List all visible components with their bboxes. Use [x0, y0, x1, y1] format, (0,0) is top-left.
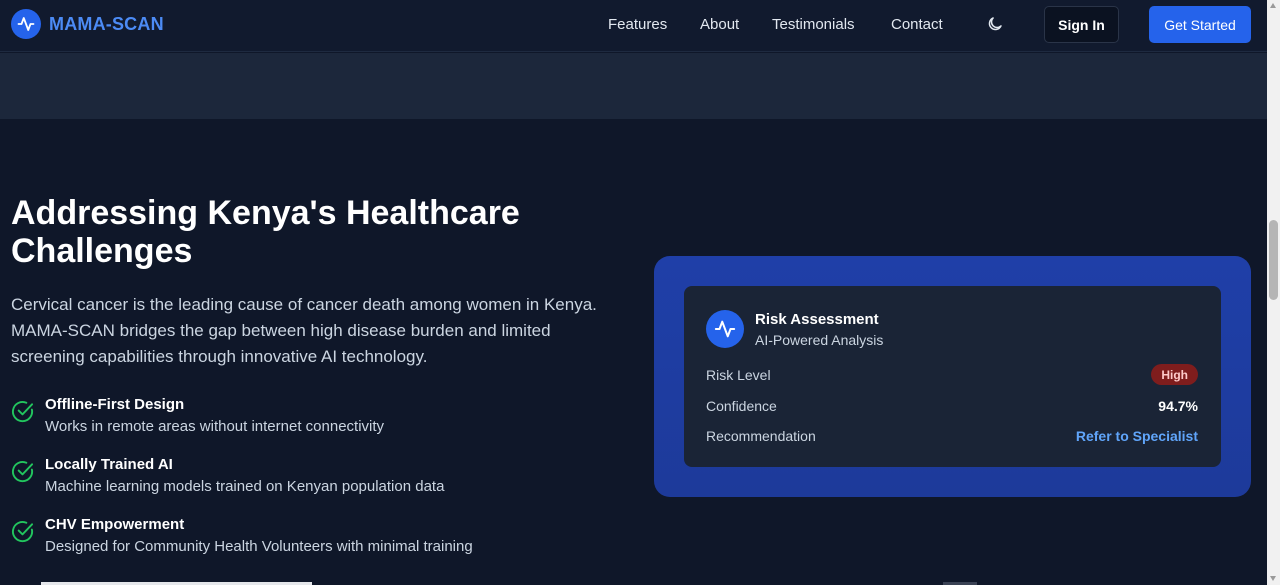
brand-logo[interactable]: MAMA-SCAN	[11, 9, 164, 39]
feature-description: Machine learning models trained on Kenya…	[45, 478, 445, 495]
nav-link-testimonials[interactable]: Testimonials	[772, 16, 855, 33]
feature-title: CHV Empowerment	[45, 516, 185, 533]
check-circle-icon	[12, 521, 34, 543]
moon-icon[interactable]	[986, 15, 1004, 33]
nav-link-features[interactable]: Features	[608, 16, 667, 33]
feature-description: Designed for Community Health Volunteers…	[45, 538, 473, 555]
get-started-button[interactable]: Get Started	[1149, 6, 1251, 43]
nav-link-about[interactable]: About	[700, 16, 739, 33]
check-circle-icon	[12, 401, 34, 423]
feature-description: Works in remote areas without internet c…	[45, 418, 385, 435]
feature-title: Locally Trained AI	[45, 456, 173, 473]
brand-name: MAMA-SCAN	[49, 13, 164, 34]
header-band	[0, 53, 1267, 119]
risk-card-frame: Risk Assessment AI-Powered Analysis Risk…	[654, 256, 1251, 497]
section-heading: Addressing Kenya's Healthcare Challenges	[11, 194, 520, 270]
scroll-up-arrow-icon[interactable]	[1270, 3, 1276, 8]
risk-assessment-card: Risk Assessment AI-Powered Analysis Risk…	[684, 286, 1221, 467]
recommendation-value: Refer to Specialist	[1075, 428, 1198, 444]
check-circle-icon	[12, 461, 34, 483]
sign-in-button[interactable]: Sign In	[1044, 6, 1119, 43]
scroll-down-arrow-icon[interactable]	[1270, 576, 1276, 581]
card-subtitle: AI-Powered Analysis	[755, 332, 884, 348]
card-title: Risk Assessment	[755, 311, 879, 328]
navbar: MAMA-SCAN Features About Testimonials Co…	[0, 0, 1267, 52]
section-intro: Cervical cancer is the leading cause of …	[11, 295, 597, 366]
recommendation-label: Recommendation	[706, 428, 816, 444]
confidence-label: Confidence	[706, 398, 777, 414]
risk-level-label: Risk Level	[706, 367, 771, 383]
scrollbar-thumb[interactable]	[1269, 220, 1278, 300]
nav-link-contact[interactable]: Contact	[891, 16, 943, 33]
activity-icon	[11, 9, 41, 39]
risk-level-badge: High	[1151, 364, 1198, 385]
activity-icon	[706, 310, 744, 348]
confidence-value: 94.7%	[1158, 398, 1198, 414]
feature-title: Offline-First Design	[45, 396, 185, 413]
